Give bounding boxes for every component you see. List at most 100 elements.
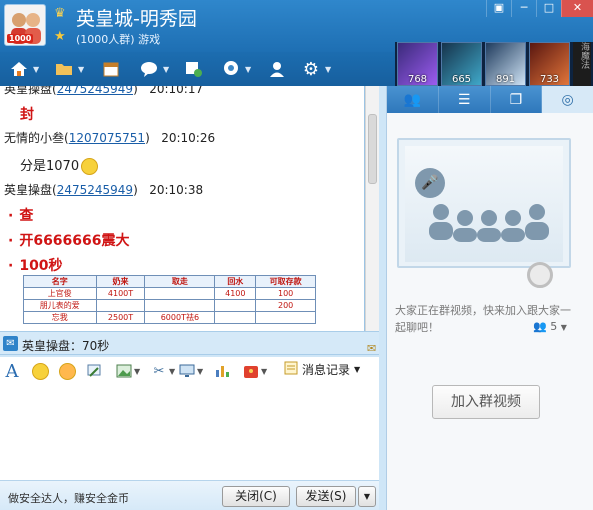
table-header: 可取存款 — [255, 275, 316, 288]
people-icon: 👥 — [533, 320, 547, 333]
settings-button[interactable]: ⚙ ▼ — [300, 57, 331, 81]
send-options-button[interactable]: ▼ — [358, 486, 376, 507]
sender-name: 英皇操盘 — [4, 86, 53, 96]
join-video-button[interactable]: 加入群视频 — [432, 385, 540, 419]
add-note-icon — [183, 58, 205, 80]
camera-icon: ◎ — [561, 91, 574, 108]
screen-shake-icon — [85, 362, 103, 380]
font-button[interactable]: A — [3, 361, 21, 382]
chevron-down-icon: ▼ — [325, 64, 332, 74]
agent-button[interactable] — [266, 57, 288, 81]
bullet-icon: · — [8, 233, 14, 249]
table-cell: 100 — [255, 287, 316, 300]
message-text: 分是1070 — [20, 159, 80, 174]
minimize-button[interactable]: ─ — [511, 0, 536, 17]
group-avatar[interactable]: 1000 — [4, 4, 46, 46]
chevron-down-icon: ▼ — [245, 64, 252, 74]
shake-button[interactable] — [85, 361, 103, 381]
share-files-button[interactable]: ▼ — [53, 57, 84, 81]
table-header: 回水 — [214, 275, 257, 288]
message-line: · 开6666666震大 — [8, 230, 130, 250]
chat-bubble-icon — [138, 58, 160, 80]
table-header: 名字 — [23, 275, 97, 288]
safety-tip[interactable]: 做安全达人，赚安全金币 — [8, 490, 129, 506]
list-icon: ☰ — [457, 91, 471, 108]
message-text: 开6666666震大 — [19, 233, 130, 249]
emoji-button[interactable] — [31, 361, 49, 381]
calendar-button[interactable] — [100, 57, 122, 81]
discussion-button[interactable]: ▼ — [138, 57, 169, 81]
message-header: 英皇操盘(2475245949) 20:10:38 — [4, 183, 204, 197]
input-toolbar: A ▼ ✂ ▼ ▼ ▼ 消息记录 ▼ — [0, 357, 379, 385]
message-line: · 查 — [8, 205, 33, 225]
table-cell: 2500T — [95, 311, 146, 324]
image-button[interactable]: ▼ — [115, 361, 140, 381]
smiley-emoji-icon — [81, 158, 99, 175]
chevron-down-icon: ▼ — [261, 366, 268, 376]
message-time: 20:10:17 — [149, 86, 204, 96]
message-history-button[interactable]: 消息记录 ▼ — [284, 361, 360, 378]
game-icon-3[interactable]: 891 — [485, 42, 526, 86]
table-cell — [214, 299, 257, 312]
game-icon-1[interactable]: 768 — [397, 42, 438, 86]
game-extra-label[interactable]: 海魔法 — [573, 42, 591, 86]
announcement-button[interactable] — [183, 57, 205, 81]
shared-table-image[interactable]: 名字 奶来 取走 回水 可取存款 上官俊 4100T 4100 100 朋儿表的… — [23, 275, 316, 324]
chart-button[interactable] — [213, 361, 231, 381]
magic-emoji-button[interactable] — [58, 361, 76, 381]
envelope-icon[interactable]: ✉ — [367, 342, 376, 355]
send-button[interactable]: 发送(S) — [296, 486, 356, 507]
table-row: 忘我 2500T 6000T祛6 — [23, 311, 316, 324]
group-video-panel: 👥 ☰ ❐ ◎ 🎤 大家正在群视频，快来加入跟大家一起聊吧！ 👥 5 ▼ 加入群… — [386, 86, 593, 510]
chat-scrollbar[interactable] — [365, 86, 379, 331]
webcam-icon — [220, 58, 242, 80]
chevron-down-icon: ▼ — [354, 365, 361, 374]
sender-uid-link[interactable]: 2475245949 — [57, 183, 133, 197]
star-icon: ★ — [54, 29, 66, 44]
home-icon — [8, 58, 30, 80]
tab-video[interactable]: ◎ — [542, 86, 593, 113]
game-icon-strip: 768 665 891 733 海魔法 — [395, 42, 593, 86]
bullet-icon: · — [8, 258, 14, 274]
game-score: 665 — [451, 74, 472, 85]
webcam-button[interactable]: ▼ — [220, 57, 251, 81]
chevron-down-icon: ▼ — [33, 64, 40, 74]
game-icon-4[interactable]: 733 — [529, 42, 570, 86]
chevron-down-icon: ▼ — [363, 492, 371, 501]
crown-icon: ♛ — [54, 6, 66, 21]
sender-uid-link[interactable]: 1207075751 — [69, 131, 145, 145]
message-text: 查 — [19, 208, 34, 224]
avatar-badge: 1000 — [7, 34, 34, 43]
member-count[interactable]: 👥 5 ▼ — [533, 320, 567, 333]
audience-silhouettes-icon — [429, 204, 549, 242]
chevron-down-icon: ▼ — [163, 64, 170, 74]
message-input[interactable] — [0, 385, 379, 480]
game-score: 733 — [539, 74, 560, 85]
close-button[interactable]: 关闭(C) — [222, 486, 290, 507]
scissors-button[interactable]: ✂ ▼ — [150, 361, 176, 381]
windows-icon: ❐ — [509, 91, 523, 108]
table-row: 上官俊 4100T 4100 100 — [23, 287, 316, 300]
tab-members[interactable]: 👥 — [387, 86, 439, 113]
home-button[interactable]: ▼ — [8, 57, 39, 81]
notice-text: 英皇操盘：70秒 — [22, 339, 110, 353]
close-window-button[interactable]: ✕ — [561, 0, 593, 17]
member-count-value: 5 — [550, 320, 558, 333]
tab-windows[interactable]: ❐ — [491, 86, 543, 113]
notice-bar[interactable]: ✉ 英皇操盘：70秒 — [0, 331, 379, 355]
chevron-down-icon: ▼ — [169, 366, 176, 376]
screen-share-button[interactable]: ▼ — [178, 361, 203, 381]
sender-name: 无情的小叁 — [4, 131, 65, 145]
message-header: 无情的小叁(1207075751) 20:10:26 — [4, 131, 216, 145]
chevron-down-icon: ▼ — [134, 366, 141, 376]
game-icon-2[interactable]: 665 — [441, 42, 482, 86]
gift-icon — [242, 362, 260, 380]
scrollbar-thumb[interactable] — [368, 114, 377, 184]
red-packet-button[interactable]: ▼ — [242, 361, 267, 381]
message-time: 20:10:38 — [149, 183, 204, 197]
maximize-button[interactable]: □ — [536, 0, 561, 17]
sender-uid-link[interactable]: 2475245949 — [57, 86, 133, 96]
table-cell — [144, 299, 216, 312]
tab-list[interactable]: ☰ — [439, 86, 491, 113]
skin-button[interactable]: ▣ — [486, 0, 511, 17]
